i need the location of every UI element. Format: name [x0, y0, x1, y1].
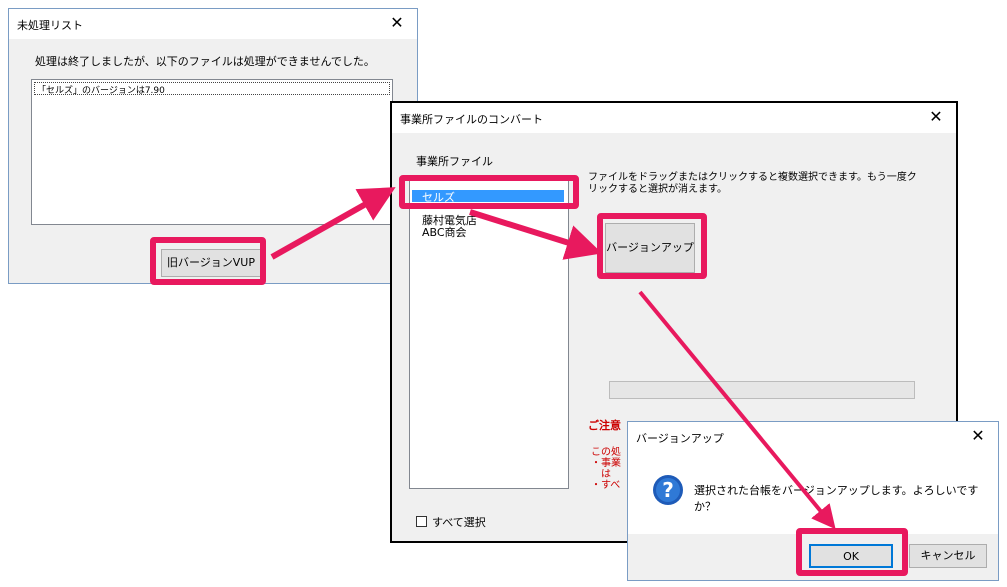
office-file-label: 事業所ファイル: [416, 155, 493, 168]
close-icon[interactable]: ✕: [926, 107, 946, 127]
select-all-checkbox[interactable]: [416, 516, 427, 527]
list-item[interactable]: 「セルズ」のバージョンは7.90: [34, 82, 390, 96]
progress-bar: [609, 381, 915, 399]
dialog-body: ? 選択された台帳をバージョンアップします。よろしいですか？: [628, 452, 998, 534]
title-bar: バージョンアップ ✕: [628, 422, 998, 452]
highlight-version-up-button: [597, 213, 707, 279]
title-bar: 事業所ファイルのコンバート ✕: [392, 103, 956, 133]
close-icon[interactable]: ✕: [968, 426, 988, 446]
list-item[interactable]: ABC商会: [422, 224, 467, 240]
select-all-label: すべて選択: [432, 516, 486, 529]
message-text: 処理は終了しましたが、以下のファイルは処理ができませんでした。: [35, 55, 375, 68]
highlight-ok-button: [796, 528, 908, 576]
highlight-selected-item: [399, 175, 579, 209]
office-file-list[interactable]: セルズ 藤村電気店 ABC商会: [409, 175, 569, 489]
question-icon: ?: [653, 475, 683, 505]
close-icon[interactable]: ✕: [387, 13, 407, 33]
window-title: 事業所ファイルのコンバート: [400, 113, 543, 126]
title-bar: 未処理リスト ✕: [9, 9, 417, 39]
cancel-button[interactable]: キャンセル: [909, 544, 987, 568]
svg-text:?: ?: [662, 478, 674, 502]
unprocessed-file-list[interactable]: 「セルズ」のバージョンは7.90: [31, 79, 393, 225]
caution-title: ご注意: [588, 419, 621, 432]
instruction-text: ファイルをドラッグまたはクリックすると複数選択できます。もう一度クリックすると選…: [588, 172, 917, 195]
highlight-old-version-button: [150, 237, 266, 285]
window-title: バージョンアップ: [636, 432, 724, 445]
dialog-message: 選択された台帳をバージョンアップします。よろしいですか？: [694, 484, 979, 513]
window-title: 未処理リスト: [17, 19, 83, 32]
caution-text: この処 ・事業 は ・すべ: [591, 447, 621, 491]
